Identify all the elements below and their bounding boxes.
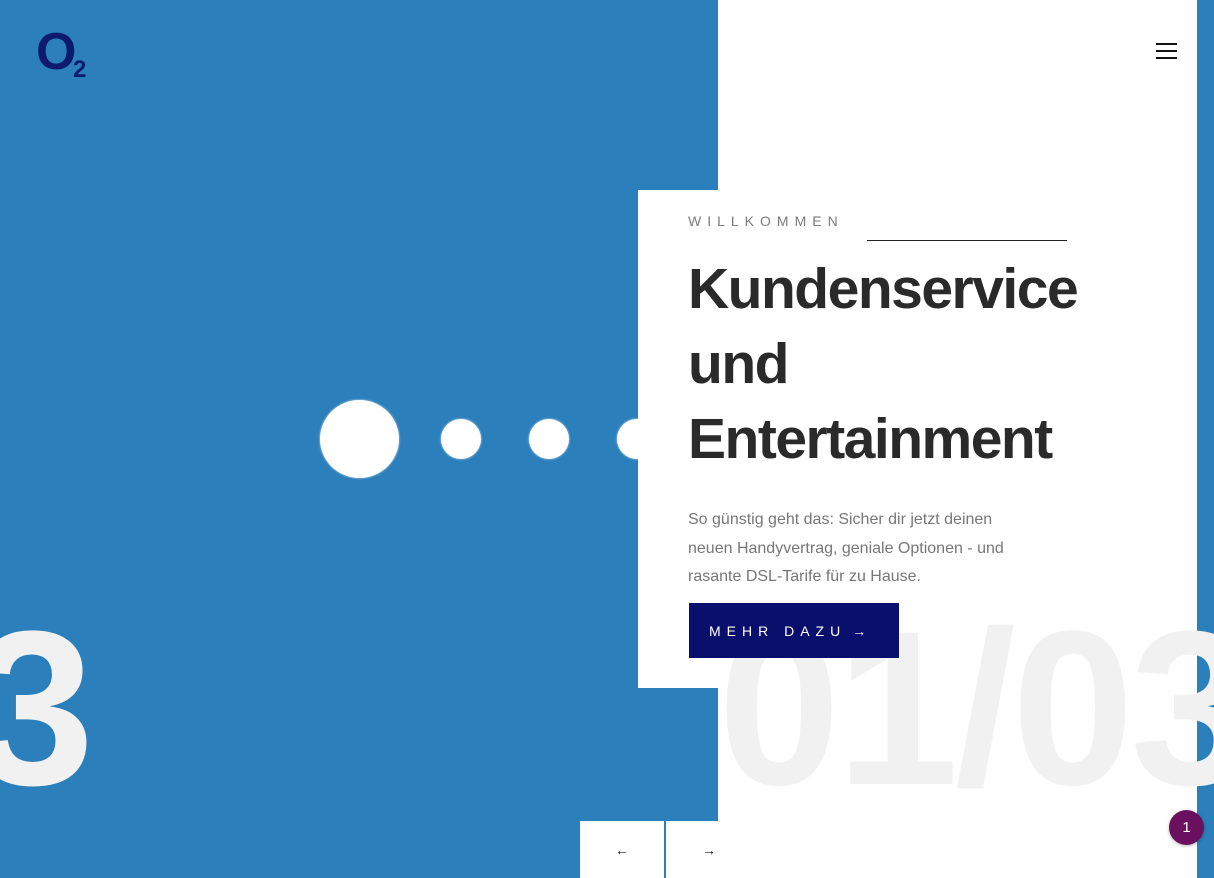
slide-counter-background-strip: 01/03	[1197, 0, 1214, 878]
slide-counter-background-left: 3	[0, 585, 95, 831]
large-dot	[320, 400, 399, 478]
arrow-left-icon: ←	[615, 841, 629, 858]
o2-logo[interactable]: O 2	[36, 26, 96, 86]
slide-counter-background-overflow: 01/03	[1197, 598, 1214, 818]
cta-label: MEHR DAZU	[709, 622, 847, 639]
logo-subscript: 2	[73, 56, 87, 83]
arrow-right-icon: →	[702, 841, 716, 858]
logo-letter: O	[36, 23, 77, 81]
hero-description: So günstig geht das: Sicher dir jetzt de…	[688, 511, 1004, 585]
small-dot	[529, 419, 569, 459]
hamburger-menu-icon[interactable]	[1155, 40, 1179, 62]
eyebrow-divider	[867, 240, 1067, 241]
mehr-dazu-button[interactable]: MEHR DAZU →	[689, 603, 899, 658]
slider-next-button[interactable]: →	[666, 821, 718, 878]
small-dot	[441, 419, 481, 459]
eyebrow-label: WILLKOMMEN	[688, 213, 844, 229]
decorative-dots	[0, 0, 718, 878]
hero-image-panel: 3 O 2	[0, 0, 718, 878]
slider-prev-button[interactable]: ←	[580, 821, 664, 878]
notification-badge[interactable]: 1	[1169, 810, 1204, 845]
page-title: Kundenservice und Entertainment	[688, 257, 1079, 471]
arrow-right-icon: →	[852, 622, 867, 639]
